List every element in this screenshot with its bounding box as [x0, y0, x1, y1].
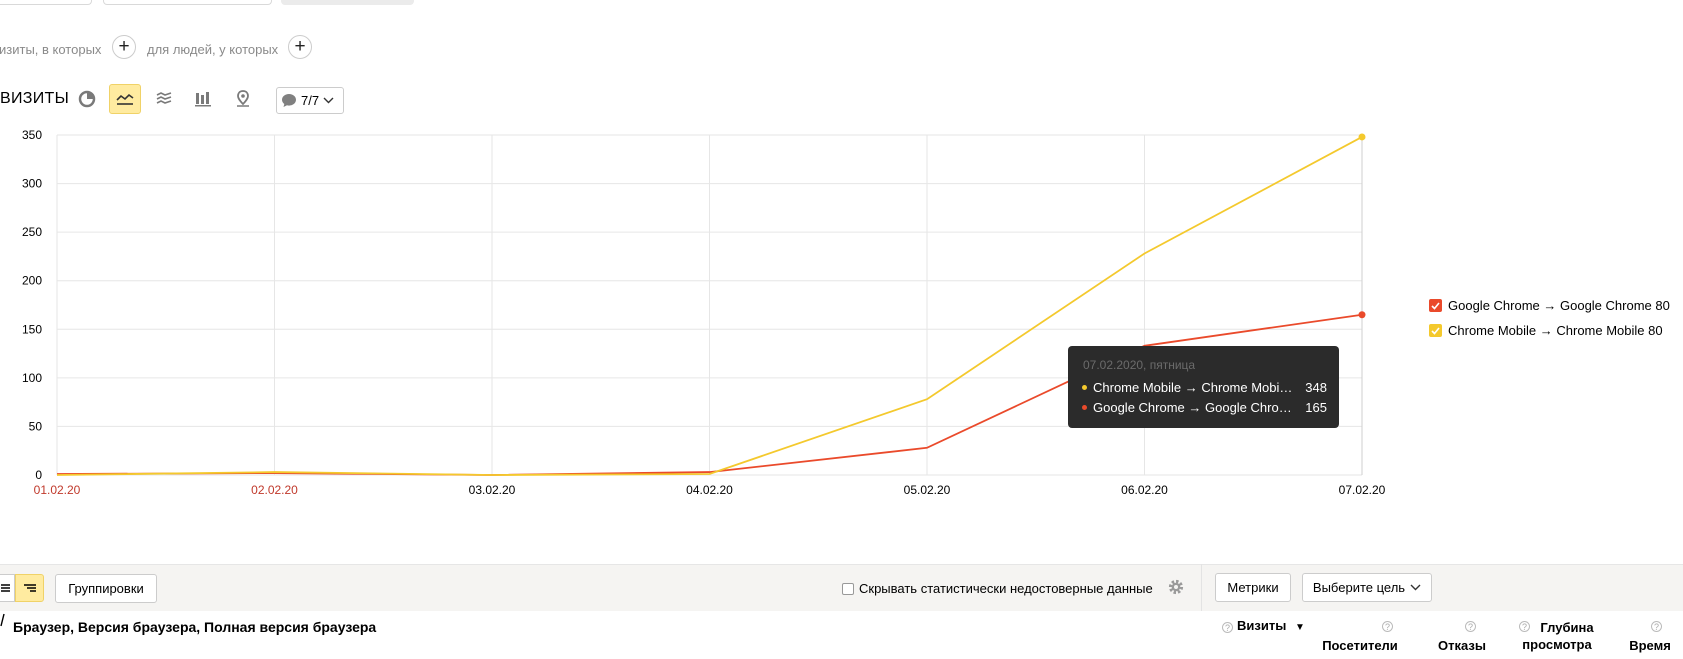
annotations-count: 7/7 [301, 93, 320, 108]
y-tick-label: 100 [22, 371, 42, 385]
chart-tooltip: 07.02.2020, пятница Chrome Mobile → Chro… [1068, 346, 1339, 428]
y-tick-label: 200 [22, 274, 42, 288]
chart-type-pie-icon[interactable] [71, 84, 103, 114]
filter-visits-label: изиты, в которых [0, 42, 102, 57]
chevron-down-icon [323, 97, 334, 104]
x-tick-label: 03.02.20 [469, 483, 516, 497]
segment-apply-button[interactable] [281, 0, 414, 5]
goal-select-label: Выберите цель [1312, 580, 1406, 595]
column-visits-label: Визиты [1237, 618, 1287, 633]
column-header-bounces[interactable]: Отказы [1430, 637, 1494, 654]
chart-title: ВИЗИТЫ [0, 90, 70, 107]
chart-type-line-icon[interactable] [109, 84, 141, 114]
x-tick-label: 07.02.20 [1339, 483, 1386, 497]
legend-label: Chrome Mobile → Chrome Mobile 80 [1448, 323, 1663, 338]
y-tick-label: 250 [22, 225, 42, 239]
chevron-down-icon [1410, 584, 1421, 591]
help-icon[interactable]: ? [1382, 621, 1393, 632]
segment-select-left[interactable] [0, 0, 92, 5]
y-tick-label: 350 [22, 128, 42, 142]
help-icon[interactable]: ? [1222, 622, 1233, 633]
chart-type-area-icon[interactable] [148, 84, 180, 114]
data-point [1358, 133, 1366, 141]
x-tick-label: 04.02.20 [686, 483, 733, 497]
column-depth-label-1: Глубина [1540, 620, 1594, 635]
visits-line-chart[interactable]: 0 50 100 150 200 250 300 350 01.02.20 02.02.20 03.… [0, 120, 1420, 510]
hide-unreliable-checkbox[interactable] [842, 582, 854, 595]
column-depth-label-2: просмотра [1522, 637, 1592, 652]
x-tick-label: 06.02.20 [1121, 483, 1168, 497]
help-icon[interactable]: ? [1465, 621, 1476, 632]
column-header-depth[interactable]: Глубина просмотра [1512, 619, 1602, 653]
segment-select[interactable] [103, 0, 272, 5]
dimensions-header[interactable]: Браузер, Версия браузера, Полная версия … [13, 619, 376, 635]
view-mode-switch[interactable] [0, 574, 44, 602]
goal-select[interactable]: Выберите цель [1302, 573, 1432, 602]
x-tick-label: 01.02.20 [34, 483, 81, 497]
series-dot [1082, 385, 1087, 390]
comment-icon [282, 94, 296, 107]
help-icon[interactable]: ? [1651, 621, 1662, 632]
tooltip-series-value: 348 [1305, 380, 1327, 395]
data-point [1358, 311, 1366, 319]
sort-desc-icon: ▼ [1294, 622, 1305, 633]
y-tick-label: 50 [29, 419, 43, 433]
series-dot [1082, 405, 1087, 410]
list-view-button[interactable] [0, 574, 15, 602]
gear-icon[interactable] [1167, 578, 1185, 596]
tooltip-date: 07.02.2020, пятница [1083, 358, 1196, 372]
chart-type-bar-icon[interactable] [187, 84, 219, 114]
legend-checkbox-icon[interactable] [1429, 324, 1442, 337]
table-toolbar: Группировки Скрывать статистически недос… [0, 564, 1683, 611]
column-header-visits[interactable]: Визиты ▼ [1237, 618, 1305, 633]
chart-type-map-icon[interactable] [227, 84, 259, 114]
legend-label: Google Chrome → Google Chrome 80 [1448, 298, 1670, 313]
tooltip-row: Chrome Mobile → Chrome Mobile 80 348 [1082, 380, 1327, 395]
tooltip-series-name: Google Chrome → Google Chrome 80 [1093, 400, 1293, 415]
column-header-visitors[interactable]: Посетители [1320, 637, 1400, 654]
tree-view-button[interactable] [15, 574, 44, 602]
metrics-button[interactable]: Метрики [1215, 573, 1291, 602]
groupings-button[interactable]: Группировки [55, 574, 157, 603]
y-tick-label: 0 [35, 468, 42, 482]
legend-checkbox-icon[interactable] [1429, 299, 1442, 312]
y-tick-label: 300 [22, 177, 42, 191]
hide-unreliable-toggle[interactable]: Скрывать статистически недостоверные дан… [842, 581, 1153, 596]
add-people-filter-button[interactable]: + [288, 35, 312, 59]
tooltip-row: Google Chrome → Google Chrome 80 165 [1082, 400, 1327, 415]
legend-item[interactable]: Chrome Mobile → Chrome Mobile 80 [1429, 323, 1663, 338]
x-tick-label: 02.02.20 [251, 483, 298, 497]
column-header-time[interactable]: Время [1620, 637, 1680, 654]
edit-icon[interactable] [0, 613, 6, 627]
y-tick-label: 150 [22, 322, 42, 336]
tooltip-series-name: Chrome Mobile → Chrome Mobile 80 [1093, 380, 1293, 395]
x-tick-label: 05.02.20 [904, 483, 951, 497]
annotations-dropdown[interactable]: 7/7 [276, 87, 344, 114]
table-header: Браузер, Версия браузера, Полная версия … [0, 611, 1683, 659]
tooltip-series-value: 165 [1305, 400, 1327, 415]
add-visits-filter-button[interactable]: + [112, 35, 136, 59]
filter-people-label: для людей, у которых [147, 42, 279, 57]
hide-unreliable-label: Скрывать статистически недостоверные дан… [859, 581, 1153, 596]
legend-item[interactable]: Google Chrome → Google Chrome 80 [1429, 298, 1670, 313]
